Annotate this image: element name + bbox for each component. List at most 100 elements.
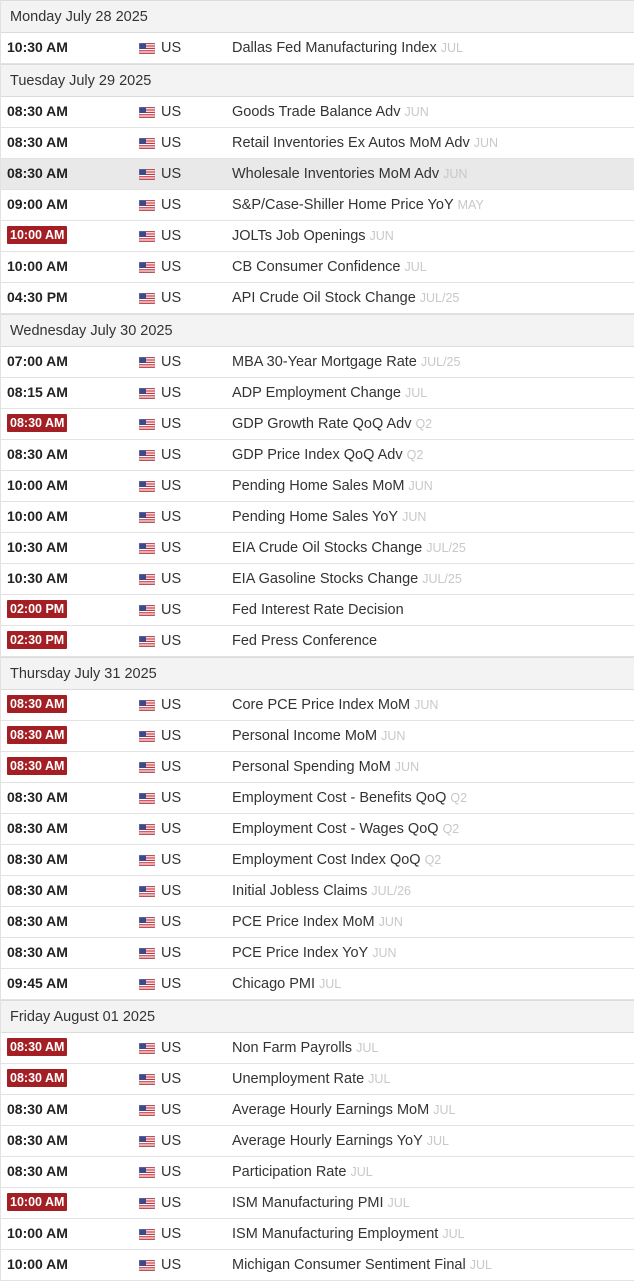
event-row[interactable]: 08:30 AM US Personal Spending MoM JUN: [1, 752, 634, 783]
event-name[interactable]: EIA Gasoline Stocks Change: [232, 571, 418, 587]
event-row[interactable]: 02:00 PM US Fed Interest Rate Decision: [1, 595, 634, 626]
event-name[interactable]: JOLTs Job Openings: [232, 228, 366, 244]
event-row[interactable]: 10:00 AM US Pending Home Sales YoY JUN: [1, 502, 634, 533]
event-time: 10:00 AM: [7, 508, 68, 524]
us-flag-icon: [139, 1260, 155, 1271]
event-row[interactable]: 08:30 AM US Personal Income MoM JUN: [1, 721, 634, 752]
event-time: 07:00 AM: [7, 353, 68, 369]
us-flag-icon: [139, 231, 155, 242]
event-reference-period: Q2: [415, 417, 433, 431]
event-row[interactable]: 09:00 AM US S&P/Case-Shiller Home Price Y…: [1, 190, 634, 221]
event-name[interactable]: PCE Price Index MoM: [232, 914, 375, 930]
event-name[interactable]: Non Farm Payrolls: [232, 1040, 352, 1056]
event-row[interactable]: 08:30 AM US Employment Cost - Wages QoQ Q2: [1, 814, 634, 845]
event-row[interactable]: 08:30 AM US Goods Trade Balance Adv JUN: [1, 97, 634, 128]
event-name[interactable]: Pending Home Sales YoY: [232, 509, 398, 525]
event-name[interactable]: Fed Press Conference: [232, 633, 377, 649]
event-row[interactable]: 08:30 AM US Employment Cost - Benefits Qo…: [1, 783, 634, 814]
event-name[interactable]: S&P/Case-Shiller Home Price YoY: [232, 197, 454, 213]
event-name[interactable]: Fed Interest Rate Decision: [232, 602, 404, 618]
us-flag-icon: [139, 886, 155, 897]
event-row[interactable]: 08:30 AM US Core PCE Price Index MoM JUN: [1, 690, 634, 721]
event-name[interactable]: ISM Manufacturing PMI: [232, 1195, 384, 1211]
event-row[interactable]: 10:30 AM US EIA Gasoline Stocks Change JUL…: [1, 564, 634, 595]
event-row[interactable]: 10:00 AM US Pending Home Sales MoM JUN: [1, 471, 634, 502]
event-name-cell: Unemployment Rate JUL: [232, 1071, 390, 1087]
event-time: 08:30 AM: [7, 1163, 68, 1179]
event-row[interactable]: 08:30 AM US Unemployment Rate JUL: [1, 1064, 634, 1095]
us-flag-icon: [139, 948, 155, 959]
event-row[interactable]: 09:45 AM US Chicago PMI JUL: [1, 969, 634, 1000]
event-row[interactable]: 08:30 AM US PCE Price Index YoY JUN: [1, 938, 634, 969]
event-name[interactable]: EIA Crude Oil Stocks Change: [232, 540, 422, 556]
event-name-cell: Dallas Fed Manufacturing Index JUL: [232, 40, 463, 56]
event-name[interactable]: Michigan Consumer Sentiment Final: [232, 1257, 466, 1273]
event-row[interactable]: 08:30 AM US Average Hourly Earnings YoY JU…: [1, 1126, 634, 1157]
event-reference-period: JUN: [381, 729, 406, 743]
event-name[interactable]: Personal Income MoM: [232, 728, 377, 744]
event-name[interactable]: ADP Employment Change: [232, 385, 401, 401]
event-country: US: [161, 633, 182, 649]
event-time: 10:00 AM: [7, 258, 68, 274]
event-row[interactable]: 08:15 AM US ADP Employment Change JUL: [1, 378, 634, 409]
event-row[interactable]: 10:30 AM US EIA Crude Oil Stocks Change JU…: [1, 533, 634, 564]
event-name[interactable]: GDP Price Index QoQ Adv: [232, 447, 403, 463]
event-row[interactable]: 08:30 AM US PCE Price Index MoM JUN: [1, 907, 634, 938]
event-row[interactable]: 08:30 AM US Wholesale Inventories MoM Adv…: [1, 159, 634, 190]
event-reference-period: JUL: [426, 1134, 450, 1148]
event-name[interactable]: Wholesale Inventories MoM Adv: [232, 166, 439, 182]
event-name[interactable]: ISM Manufacturing Employment: [232, 1226, 438, 1242]
event-name[interactable]: Employment Cost - Benefits QoQ: [232, 790, 446, 806]
event-row[interactable]: 08:30 AM US GDP Price Index QoQ Adv Q2: [1, 440, 634, 471]
event-name[interactable]: PCE Price Index YoY: [232, 945, 368, 961]
us-flag-icon: [139, 1136, 155, 1147]
event-name[interactable]: Core PCE Price Index MoM: [232, 697, 410, 713]
event-reference-period: JUL/25: [426, 541, 466, 555]
event-name[interactable]: Unemployment Rate: [232, 1071, 364, 1087]
event-row[interactable]: 08:30 AM US GDP Growth Rate QoQ Adv Q2: [1, 409, 634, 440]
event-country: US: [161, 354, 182, 370]
event-name[interactable]: Chicago PMI: [232, 976, 315, 992]
event-time: 10:30 AM: [7, 570, 68, 586]
event-row[interactable]: 04:30 PM US API Crude Oil Stock Change JUL…: [1, 283, 634, 314]
event-name[interactable]: Personal Spending MoM: [232, 759, 391, 775]
event-name-cell: Employment Cost - Wages QoQ Q2: [232, 821, 459, 837]
event-time: 08:15 AM: [7, 384, 68, 400]
event-name-cell: Core PCE Price Index MoM JUN: [232, 697, 438, 713]
event-row[interactable]: 07:00 AM US MBA 30-Year Mortgage Rate JUL/…: [1, 347, 634, 378]
event-name-cell: PCE Price Index MoM JUN: [232, 914, 403, 930]
event-row[interactable]: 08:30 AM US Average Hourly Earnings MoM JU…: [1, 1095, 634, 1126]
event-name[interactable]: Retail Inventories Ex Autos MoM Adv: [232, 135, 470, 151]
high-impact-time-badge: 02:30 PM: [7, 631, 68, 649]
event-row[interactable]: 08:30 AM US Retail Inventories Ex Autos M…: [1, 128, 634, 159]
us-flag-icon: [139, 388, 155, 399]
event-row[interactable]: 08:30 AM US Employment Cost Index QoQ Q2: [1, 845, 634, 876]
event-name[interactable]: GDP Growth Rate QoQ Adv: [232, 416, 411, 432]
event-row[interactable]: 10:00 AM US JOLTs Job Openings JUN: [1, 221, 634, 252]
event-name[interactable]: Employment Cost Index QoQ: [232, 852, 421, 868]
us-flag-icon: [139, 169, 155, 180]
event-name[interactable]: Participation Rate: [232, 1164, 346, 1180]
event-row[interactable]: 08:30 AM US Participation Rate JUL: [1, 1157, 634, 1188]
event-name[interactable]: Dallas Fed Manufacturing Index: [232, 40, 437, 56]
event-row[interactable]: 10:00 AM US CB Consumer Confidence JUL: [1, 252, 634, 283]
event-name[interactable]: Initial Jobless Claims: [232, 883, 367, 899]
event-name[interactable]: Goods Trade Balance Adv: [232, 104, 400, 120]
event-name[interactable]: Pending Home Sales MoM: [232, 478, 404, 494]
event-row[interactable]: 08:30 AM US Initial Jobless Claims JUL/26: [1, 876, 634, 907]
event-row[interactable]: 08:30 AM US Non Farm Payrolls JUL: [1, 1033, 634, 1064]
event-row[interactable]: 10:00 AM US ISM Manufacturing PMI JUL: [1, 1188, 634, 1219]
event-name[interactable]: API Crude Oil Stock Change: [232, 290, 416, 306]
event-reference-period: JUL: [356, 1041, 379, 1055]
event-row[interactable]: 10:30 AM US Dallas Fed Manufacturing Inde…: [1, 33, 634, 64]
event-row[interactable]: 10:00 AM US Michigan Consumer Sentiment F…: [1, 1250, 634, 1281]
event-name[interactable]: Average Hourly Earnings YoY: [232, 1133, 423, 1149]
event-reference-period: JUL: [469, 1258, 492, 1272]
event-name[interactable]: Employment Cost - Wages QoQ: [232, 821, 439, 837]
event-name[interactable]: Average Hourly Earnings MoM: [232, 1102, 429, 1118]
event-name[interactable]: CB Consumer Confidence: [232, 259, 400, 275]
event-row[interactable]: 02:30 PM US Fed Press Conference: [1, 626, 634, 657]
event-row[interactable]: 10:00 AM US ISM Manufacturing Employment J…: [1, 1219, 634, 1250]
event-name[interactable]: MBA 30-Year Mortgage Rate: [232, 354, 417, 370]
event-name-cell: ADP Employment Change JUL: [232, 385, 427, 401]
